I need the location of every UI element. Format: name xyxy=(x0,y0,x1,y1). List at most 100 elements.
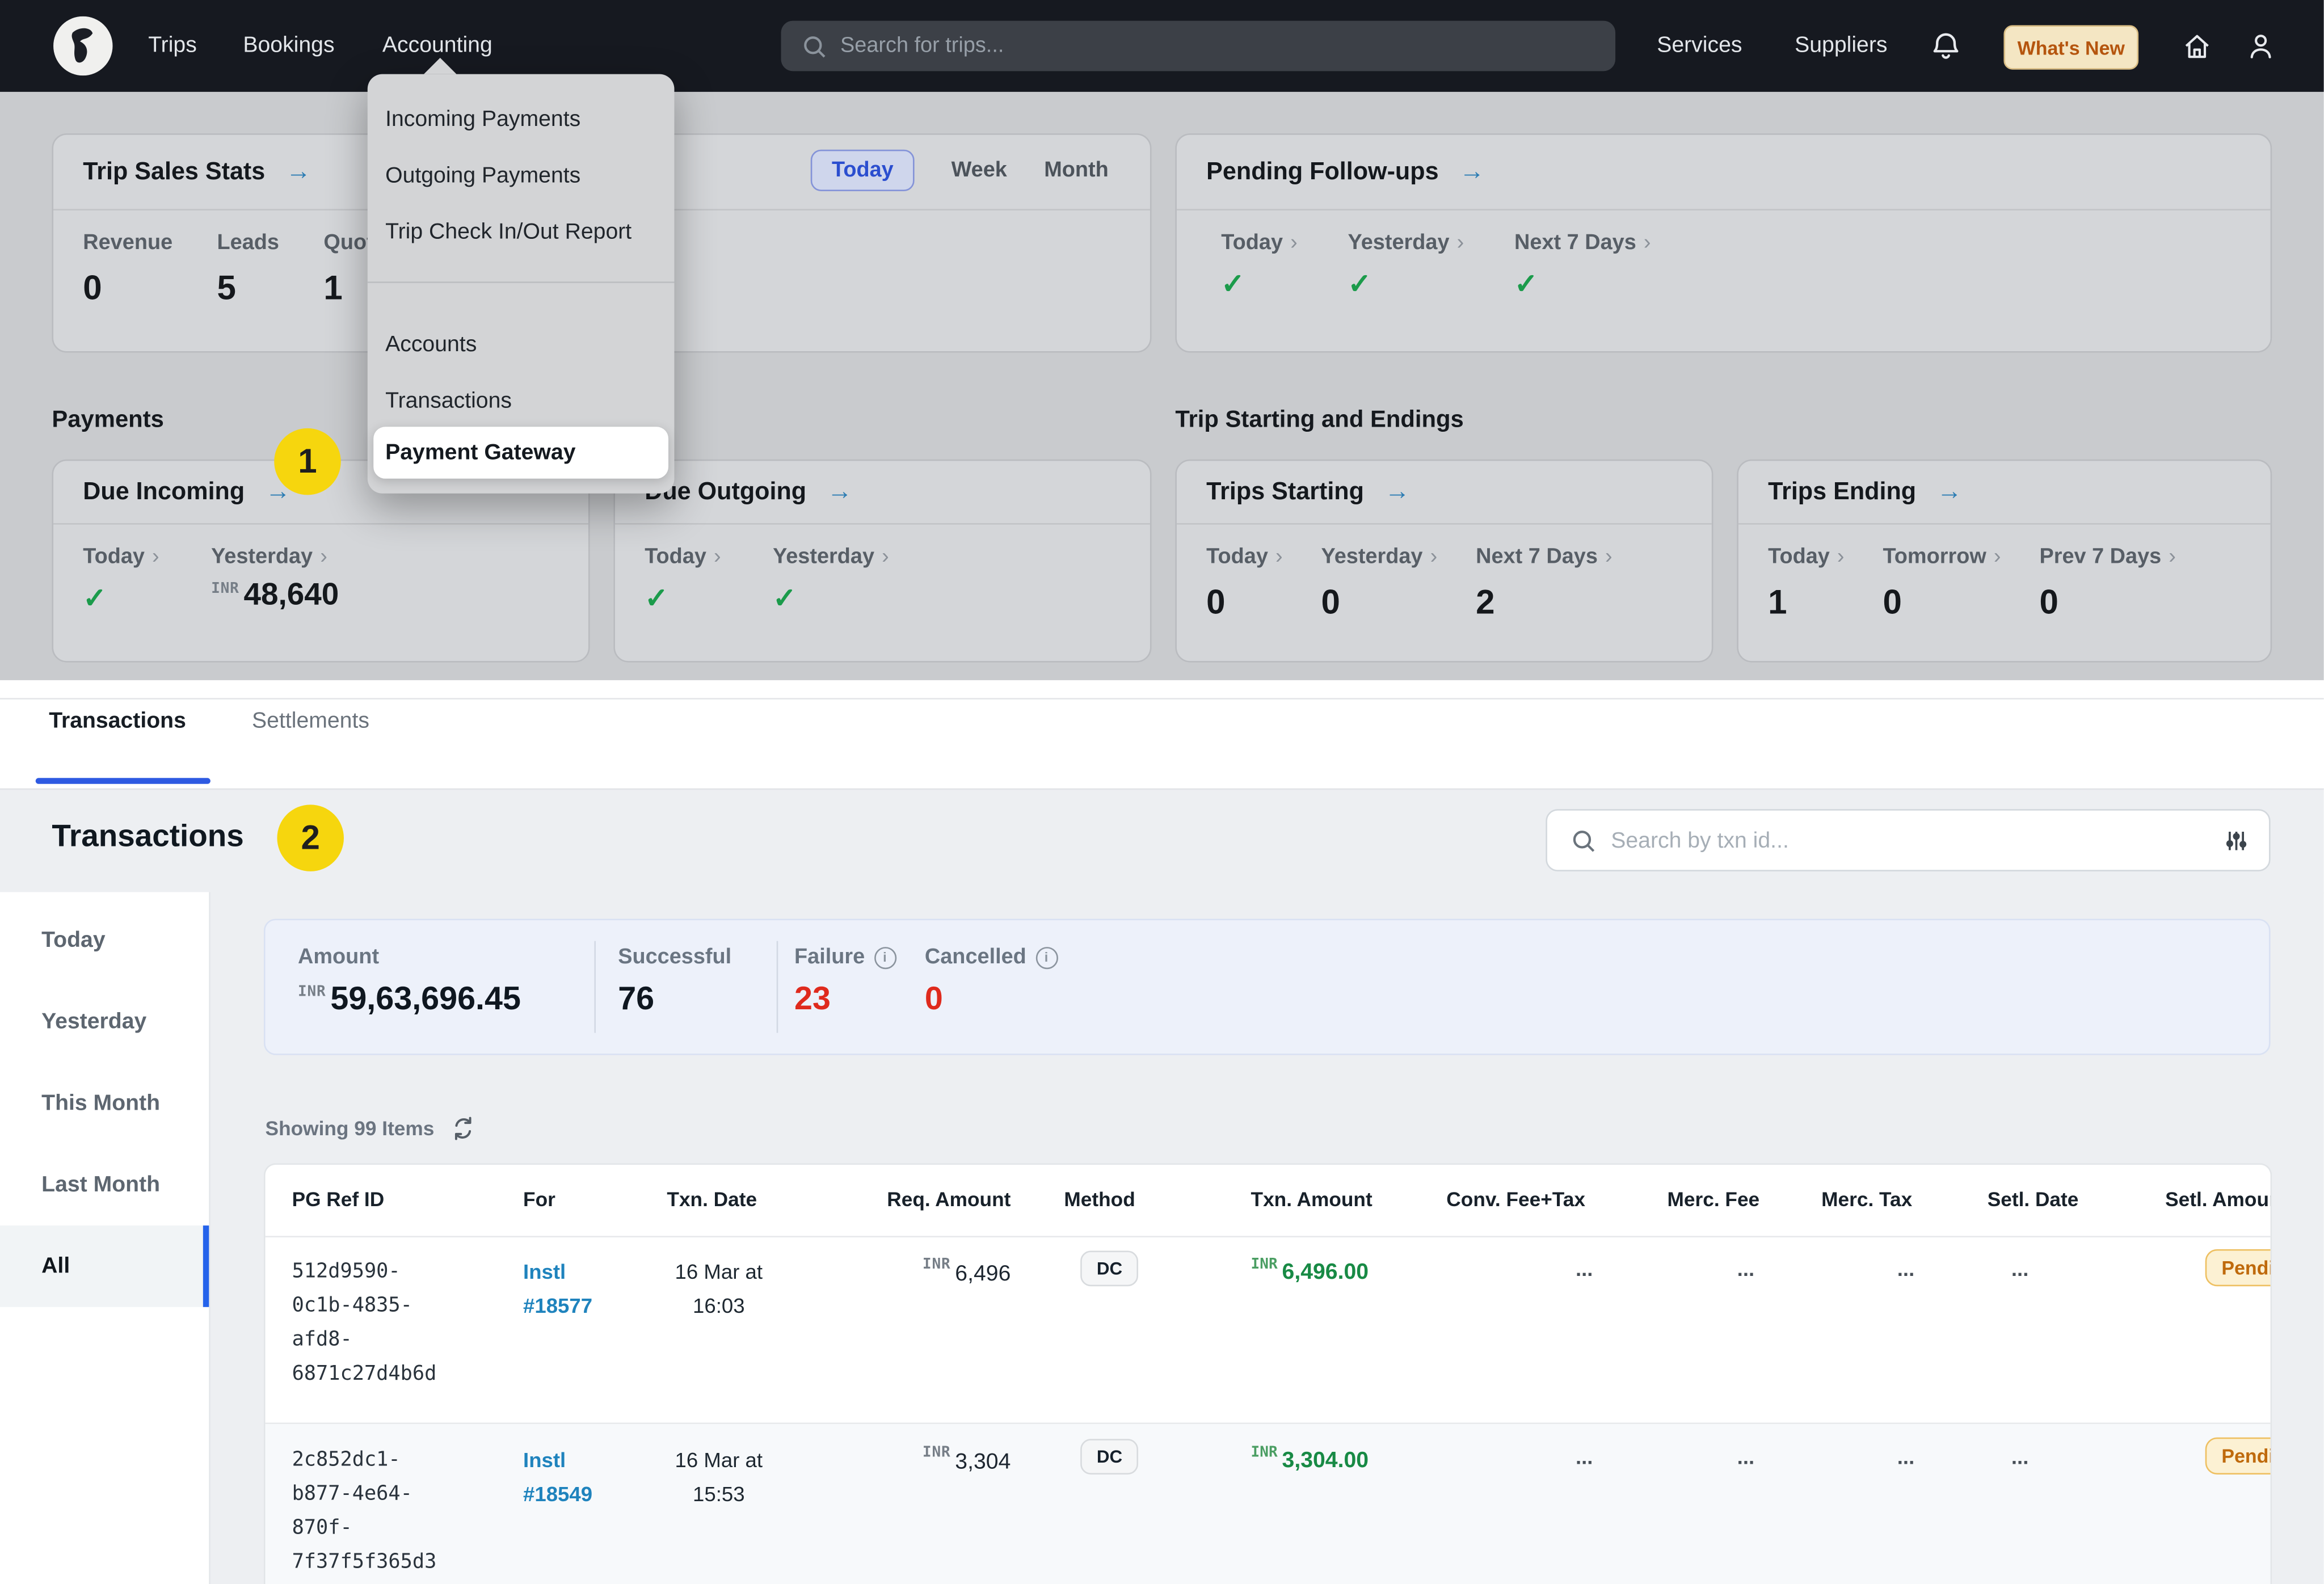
req-amount: INR6,496 xyxy=(828,1257,1011,1288)
tab-transactions[interactable]: Transactions xyxy=(49,709,186,734)
trips-ending-title: Trips Ending xyxy=(1768,478,1916,506)
trip-starting-endings-heading: Trip Starting and Endings xyxy=(1175,407,1463,434)
transactions-header-band: Transactions Search by txn id... xyxy=(0,789,2324,894)
chevron-right-icon: › xyxy=(320,545,327,569)
chevron-right-icon: › xyxy=(1994,545,2001,569)
menu-outgoing-payments[interactable]: Outgoing Payments xyxy=(368,148,675,204)
col-pg-ref-id: PG Ref ID xyxy=(292,1165,385,1236)
pending-followups-arrow-icon[interactable]: → xyxy=(1459,157,1484,187)
currency-label: INR xyxy=(923,1257,951,1273)
txn-amount: INR3,304.00 xyxy=(1251,1445,1369,1475)
installment-link[interactable]: Instl #18549 xyxy=(523,1443,592,1511)
trips-ending-arrow-icon[interactable]: → xyxy=(1937,477,1962,507)
method-chip: DC xyxy=(1080,1251,1139,1287)
account-user-icon[interactable] xyxy=(2245,0,2276,92)
refresh-icon[interactable] xyxy=(451,1116,475,1141)
currency-label: INR xyxy=(298,984,326,1000)
menu-incoming-payments[interactable]: Incoming Payments xyxy=(368,92,675,148)
sidebar-item-all[interactable]: All xyxy=(0,1225,209,1307)
due-outgoing-arrow-icon[interactable]: → xyxy=(827,477,852,507)
brand-logo-icon[interactable] xyxy=(53,16,112,75)
trips-starting-today[interactable]: Today› 0 xyxy=(1206,545,1282,622)
trips-starting-arrow-icon[interactable]: → xyxy=(1385,477,1410,507)
chevron-right-icon: › xyxy=(1837,545,1845,569)
info-icon[interactable]: i xyxy=(874,946,896,968)
chevron-right-icon: › xyxy=(1605,545,1613,569)
info-icon[interactable]: i xyxy=(1035,946,1057,968)
col-setl-amount: Setl. Amount xyxy=(2165,1165,2272,1236)
req-amount: INR3,304 xyxy=(828,1445,1011,1476)
chevron-right-icon: › xyxy=(1290,231,1298,255)
search-placeholder: Search for trips... xyxy=(840,34,1004,58)
check-icon: ✓ xyxy=(1514,268,1651,302)
sidebar-item-today[interactable]: Today xyxy=(0,899,209,981)
page-title: Transactions xyxy=(52,819,243,855)
range-week-button[interactable]: Week xyxy=(952,158,1007,182)
col-txn-date: Txn. Date xyxy=(667,1165,757,1236)
due-incoming-today[interactable]: Today› ✓ xyxy=(83,545,159,616)
range-month-button[interactable]: Month xyxy=(1044,158,1109,182)
menu-trip-checkinout-report[interactable]: Trip Check In/Out Report xyxy=(368,204,675,260)
sidebar-item-this-month[interactable]: This Month xyxy=(0,1063,209,1144)
col-merc-fee: Merc. Fee xyxy=(1668,1165,1760,1236)
divider xyxy=(0,698,2324,700)
notifications-bell-icon[interactable] xyxy=(1931,0,1960,92)
check-icon: ✓ xyxy=(1221,268,1297,302)
col-conv-fee-tax: Conv. Fee+Tax xyxy=(1446,1165,1585,1236)
showing-items-label: Showing 99 Items xyxy=(266,1117,435,1139)
table-header-row: PG Ref ID For Txn. Date Req. Amount Meth… xyxy=(266,1165,2271,1237)
summary-failure: Failurei 23 xyxy=(794,945,896,1018)
menu-transactions[interactable]: Transactions xyxy=(368,373,675,429)
trip-search-input[interactable]: Search for trips... xyxy=(781,21,1616,71)
summary-successful: Successful 76 xyxy=(618,945,731,1018)
payments-heading: Payments xyxy=(52,407,163,434)
due-outgoing-yesterday[interactable]: Yesterday› ✓ xyxy=(773,545,889,616)
trips-ending-card: Trips Ending → Today› 1 Tomorrow› 0 Prev… xyxy=(1737,460,2272,663)
tab-settlements[interactable]: Settlements xyxy=(252,709,369,734)
filter-sliders-icon[interactable] xyxy=(2225,828,2249,853)
conv-fee-placeholder: ... xyxy=(1567,1445,1602,1469)
nav-suppliers[interactable]: Suppliers xyxy=(1795,0,1887,92)
col-merc-tax: Merc. Tax xyxy=(1821,1165,1912,1236)
nav-trips[interactable]: Trips xyxy=(148,0,197,92)
trip-sales-arrow-icon[interactable]: → xyxy=(286,157,311,187)
nav-bookings[interactable]: Bookings xyxy=(243,0,334,92)
txn-date: 16 Mar at 16:03 xyxy=(622,1255,815,1323)
merc-tax-placeholder: ... xyxy=(1888,1257,1924,1280)
status-badge: Pending xyxy=(2205,1438,2272,1475)
summary-amount: Amount INR59,63,696.45 xyxy=(298,945,521,1018)
trip-sales-title: Trip Sales Stats xyxy=(83,158,265,186)
check-icon: ✓ xyxy=(83,583,159,617)
col-txn-amount: Txn. Amount xyxy=(1251,1165,1372,1236)
range-today-button[interactable]: Today xyxy=(811,150,914,191)
check-icon: ✓ xyxy=(1348,268,1464,302)
app-window: Trips Bookings Accounting Search for tri… xyxy=(0,0,2324,1584)
whats-new-button[interactable]: What's New xyxy=(2003,25,2138,69)
trips-ending-prev7days[interactable]: Prev 7 Days› 0 xyxy=(2039,545,2176,622)
due-outgoing-today[interactable]: Today› ✓ xyxy=(645,545,721,616)
check-icon: ✓ xyxy=(773,583,889,617)
sidebar-item-last-month[interactable]: Last Month xyxy=(0,1144,209,1225)
trips-ending-today[interactable]: Today› 1 xyxy=(1768,545,1844,622)
currency-label: INR xyxy=(1251,1445,1278,1461)
txn-date: 16 Mar at 15:53 xyxy=(622,1443,815,1511)
merc-fee-placeholder: ... xyxy=(1728,1445,1764,1469)
menu-accounts[interactable]: Accounts xyxy=(368,317,675,373)
search-icon xyxy=(802,33,827,58)
home-icon[interactable] xyxy=(2182,0,2213,92)
trips-starting-yesterday[interactable]: Yesterday› 0 xyxy=(1321,545,1438,622)
due-incoming-yesterday[interactable]: Yesterday› INR48,640 xyxy=(211,545,339,616)
summary-cancelled: Cancelledi 0 xyxy=(925,945,1058,1018)
trips-starting-next7days[interactable]: Next 7 Days› 2 xyxy=(1476,545,1612,622)
installment-link[interactable]: Instl #18577 xyxy=(523,1255,592,1323)
txn-search-input[interactable]: Search by txn id... xyxy=(1546,809,2270,871)
status-badge: Pending xyxy=(2205,1249,2272,1286)
search-icon xyxy=(1571,828,1596,853)
followup-next7days[interactable]: Next 7 Days› ✓ xyxy=(1514,231,1651,302)
sidebar-item-yesterday[interactable]: Yesterday xyxy=(0,981,209,1063)
followup-today[interactable]: Today› ✓ xyxy=(1221,231,1297,302)
nav-services[interactable]: Services xyxy=(1657,0,1742,92)
followup-yesterday[interactable]: Yesterday› ✓ xyxy=(1348,231,1464,302)
trips-ending-tomorrow[interactable]: Tomorrow› 0 xyxy=(1883,545,2001,622)
menu-payment-gateway[interactable]: Payment Gateway xyxy=(373,427,668,478)
